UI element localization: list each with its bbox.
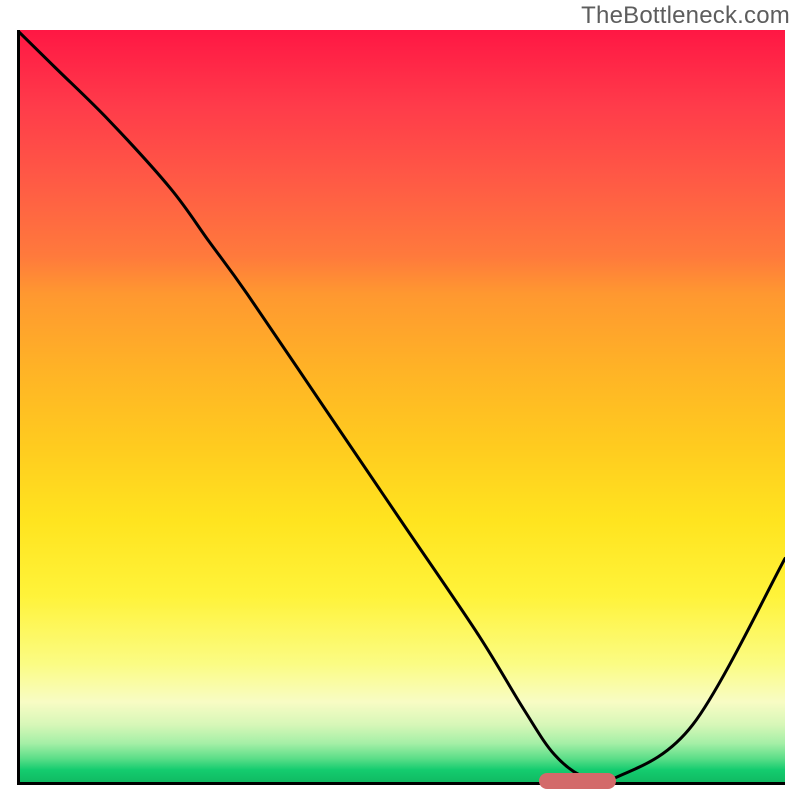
watermark-text: TheBottleneck.com: [581, 2, 790, 30]
background-gradient: [17, 30, 785, 785]
optimal-range-marker: [539, 773, 616, 789]
plot-area: [17, 30, 785, 785]
chart-canvas: TheBottleneck.com: [0, 0, 800, 800]
